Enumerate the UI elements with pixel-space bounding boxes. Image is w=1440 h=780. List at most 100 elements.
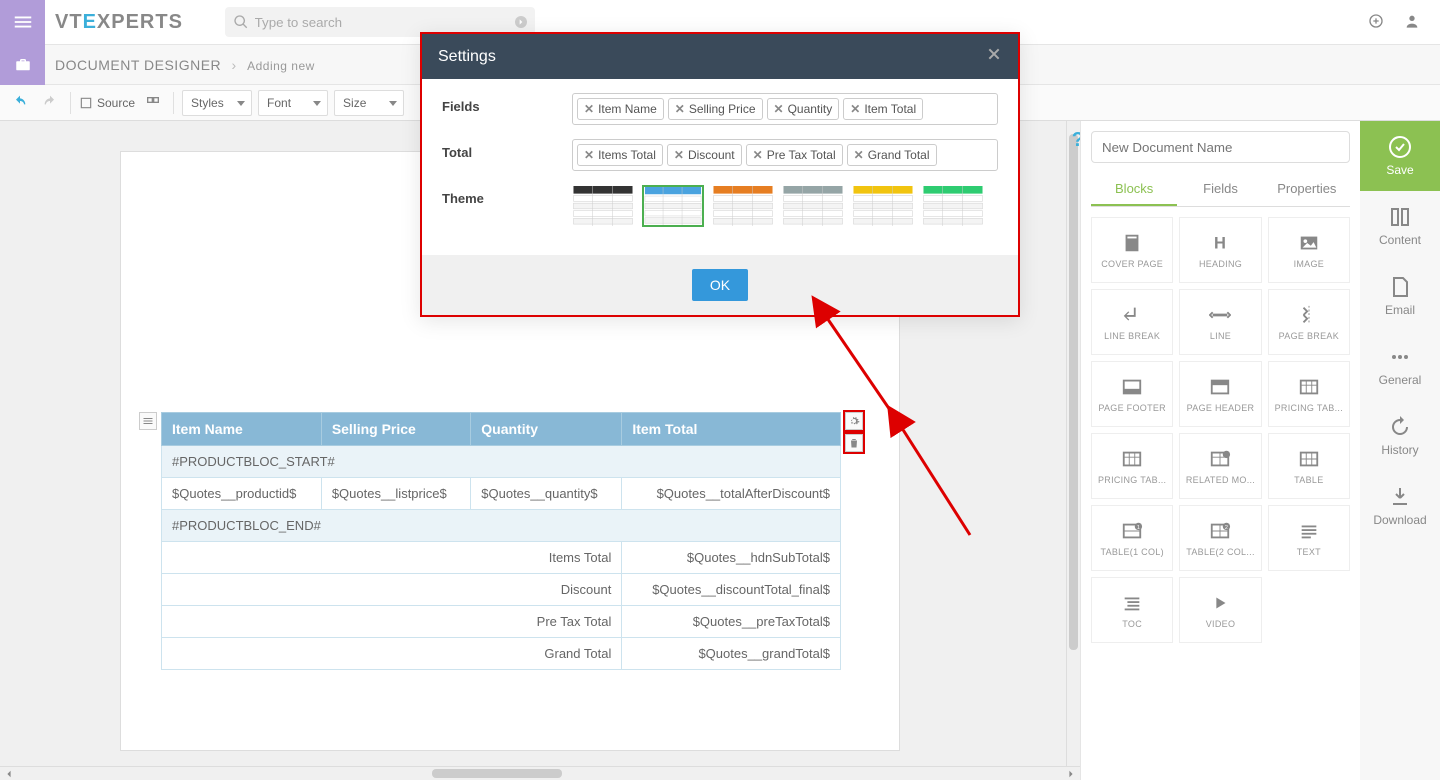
theme-swatch[interactable] (572, 185, 634, 227)
document-name-input[interactable] (1091, 131, 1350, 163)
add-button[interactable] (1368, 13, 1384, 32)
source-button[interactable]: Source (79, 96, 135, 110)
annotation-arrow-2 (890, 415, 980, 548)
remove-tag-icon[interactable]: ✕ (854, 148, 864, 162)
tag[interactable]: ✕Item Name (577, 98, 664, 120)
block-cover-page[interactable]: COVER PAGE (1091, 217, 1173, 283)
remove-tag-icon[interactable]: ✕ (584, 148, 594, 162)
block-toc[interactable]: TOC (1091, 577, 1173, 643)
scroll-right-icon[interactable] (1064, 769, 1078, 779)
block-table-1-col-[interactable]: 1TABLE(1 COL) (1091, 505, 1173, 571)
remove-tag-icon[interactable]: ✕ (753, 148, 763, 162)
remove-tag-icon[interactable]: ✕ (850, 102, 860, 116)
cell: $Quotes__listprice$ (321, 478, 470, 510)
modal-close-button[interactable] (986, 46, 1002, 67)
block-line[interactable]: LINE (1179, 289, 1261, 355)
theme-swatch[interactable] (642, 185, 704, 227)
block-table[interactable]: TABLE (1268, 433, 1350, 499)
ok-button[interactable]: OK (692, 269, 748, 301)
v-scrollbar[interactable] (1066, 121, 1080, 766)
remove-tag-icon[interactable]: ✕ (675, 102, 685, 116)
save-button[interactable]: Save (1360, 121, 1440, 191)
theme-swatch[interactable] (712, 185, 774, 227)
styles-select[interactable]: Styles (182, 90, 252, 116)
font-select[interactable]: Font (258, 90, 328, 116)
help-icon[interactable]: ? (1072, 129, 1080, 152)
block-text[interactable]: TEXT (1268, 505, 1350, 571)
remove-tag-icon[interactable]: ✕ (774, 102, 784, 116)
file-icon (1388, 275, 1412, 299)
block-pricing-tab-[interactable]: PRICING TAB... (1268, 361, 1350, 427)
tab-fields[interactable]: Fields (1177, 173, 1263, 206)
svg-text:H: H (1215, 234, 1227, 252)
theme-picker (572, 185, 984, 227)
breadcrumb: DOCUMENT DESIGNER › Adding new (55, 57, 315, 73)
download-button[interactable]: Download (1360, 471, 1440, 541)
remove-tag-icon[interactable]: ✕ (674, 148, 684, 162)
tag[interactable]: ✕Item Total (843, 98, 923, 120)
total-label: Grand Total (162, 638, 622, 670)
tab-blocks[interactable]: Blocks (1091, 173, 1177, 206)
block-video[interactable]: VIDEO (1179, 577, 1261, 643)
tag[interactable]: ✕Grand Total (847, 144, 937, 166)
theme-swatch[interactable] (922, 185, 984, 227)
block-pricing-tab-[interactable]: PRICING TAB... (1091, 433, 1173, 499)
block-icon: H (1209, 232, 1231, 254)
module-icon[interactable] (0, 45, 45, 85)
user-button[interactable] (1404, 13, 1420, 32)
email-button[interactable]: Email (1360, 261, 1440, 331)
annotation-arrow-1 (810, 300, 900, 423)
redo-button[interactable] (38, 91, 62, 115)
totals-tagbox[interactable]: ✕Items Total✕Discount✕Pre Tax Total✕Gran… (572, 139, 998, 171)
block-icon (1209, 448, 1231, 470)
col-header: Item Total (622, 413, 841, 446)
fields-tagbox[interactable]: ✕Item Name✕Selling Price✕Quantity✕Item T… (572, 93, 998, 125)
block-related-mo-[interactable]: RELATED MO... (1179, 433, 1261, 499)
tag[interactable]: ✕Selling Price (668, 98, 763, 120)
breadcrumb-current: Adding new (247, 59, 315, 73)
block-page-break[interactable]: PAGE BREAK (1268, 289, 1350, 355)
block-page-header[interactable]: PAGE HEADER (1179, 361, 1261, 427)
download-icon (1388, 485, 1412, 509)
history-icon (1388, 415, 1412, 439)
scroll-left-icon[interactable] (2, 769, 16, 779)
menu-button[interactable] (0, 0, 45, 45)
scroll-thumb[interactable] (1069, 134, 1078, 650)
theme-swatch[interactable] (782, 185, 844, 227)
content-button[interactable]: Content (1360, 191, 1440, 261)
tag[interactable]: ✕Items Total (577, 144, 663, 166)
templates-button[interactable] (141, 91, 165, 115)
h-scrollbar[interactable] (0, 766, 1080, 780)
scroll-thumb[interactable] (432, 769, 562, 778)
cell: $Quotes__quantity$ (471, 478, 622, 510)
total-label: Items Total (162, 542, 622, 574)
bloc-end: #PRODUCTBLOC_END# (162, 510, 841, 542)
undo-button[interactable] (8, 91, 32, 115)
tag[interactable]: ✕Quantity (767, 98, 840, 120)
drag-handle[interactable] (139, 412, 157, 430)
remove-tag-icon[interactable]: ✕ (584, 102, 594, 116)
block-icon (1209, 592, 1231, 614)
block-page-footer[interactable]: PAGE FOOTER (1091, 361, 1173, 427)
total-label: Discount (162, 574, 622, 606)
block-line-break[interactable]: LINE BREAK (1091, 289, 1173, 355)
search-go-icon[interactable] (513, 14, 529, 30)
tag[interactable]: ✕Pre Tax Total (746, 144, 843, 166)
block-image[interactable]: IMAGE (1268, 217, 1350, 283)
block-heading[interactable]: HHEADING (1179, 217, 1261, 283)
top-right (1368, 13, 1440, 32)
theme-label: Theme (442, 185, 572, 206)
bloc-start: #PRODUCTBLOC_START# (162, 446, 841, 478)
breadcrumb-root[interactable]: DOCUMENT DESIGNER (55, 57, 221, 73)
history-button[interactable]: History (1360, 401, 1440, 471)
block-delete-button[interactable] (845, 434, 863, 452)
general-button[interactable]: General (1360, 331, 1440, 401)
block-icon (1121, 448, 1143, 470)
tab-properties[interactable]: Properties (1264, 173, 1350, 206)
block-table-2-col-[interactable]: 2TABLE(2 COL... (1179, 505, 1261, 571)
cell: $Quotes__productid$ (162, 478, 322, 510)
size-select[interactable]: Size (334, 90, 404, 116)
theme-swatch[interactable] (852, 185, 914, 227)
tag[interactable]: ✕Discount (667, 144, 742, 166)
block-icon (1209, 376, 1231, 398)
